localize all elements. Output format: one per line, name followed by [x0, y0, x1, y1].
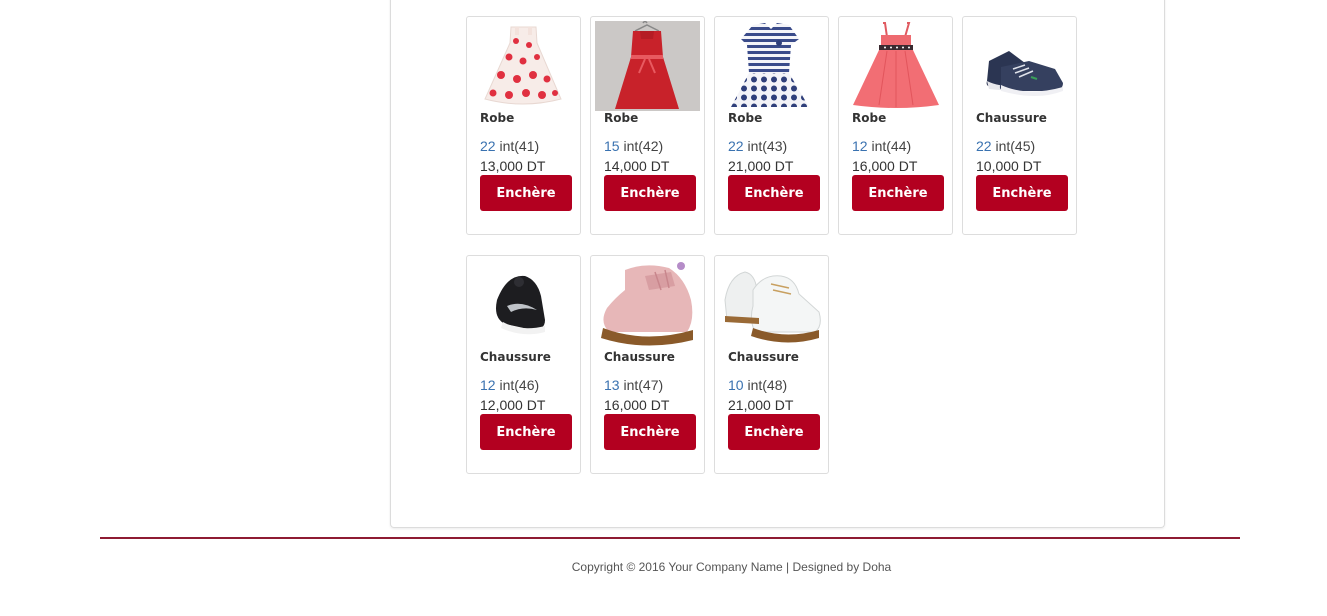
product-price: 16,000 DT — [852, 158, 918, 174]
bid-count: 10 — [728, 377, 744, 393]
product-price: 14,000 DT — [604, 158, 670, 174]
bid-button[interactable]: Enchère — [480, 414, 572, 450]
product-image-shoe-pink-boot[interactable] — [595, 260, 700, 350]
bid-info: 22 int(41) — [480, 138, 539, 154]
product-card: Robe 22 int(41) 13,000 DT Enchère — [466, 16, 581, 235]
bid-button[interactable]: Enchère — [728, 414, 820, 450]
product-price: 21,000 DT — [728, 397, 794, 413]
bid-button[interactable]: Enchère — [604, 175, 696, 211]
product-image-dress-navy-stripes[interactable] — [719, 21, 824, 111]
bid-info: 22 int(43) — [728, 138, 787, 154]
product-card: Robe 22 int(43) 21,000 DT Enchère — [714, 16, 829, 235]
product-price: 16,000 DT — [604, 397, 670, 413]
product-image-shoe-white-boot[interactable] — [719, 260, 824, 350]
bid-int-label: int(46) — [499, 377, 540, 393]
product-name: Chaussure — [604, 350, 675, 364]
bid-count: 12 — [480, 377, 496, 393]
product-image-dress-red-on-hanger[interactable] — [595, 21, 700, 111]
bid-info: 10 int(48) — [728, 377, 787, 393]
product-card: Chaussure 22 int(45) 10,000 DT Enchère — [962, 16, 1077, 235]
bid-count: 12 — [852, 138, 868, 154]
bid-count: 22 — [480, 138, 496, 154]
product-grid: Robe 22 int(41) 13,000 DT Enchère Robe 1… — [466, 16, 1106, 494]
footer: Copyright © 2016 Your Company Name | Des… — [0, 560, 1327, 574]
bid-count: 22 — [728, 138, 744, 154]
bid-info: 22 int(45) — [976, 138, 1035, 154]
bid-info: 13 int(47) — [604, 377, 663, 393]
product-image-shoe-black-sneaker[interactable] — [471, 260, 576, 350]
product-card: Chaussure 12 int(46) 12,000 DT Enchère — [466, 255, 581, 474]
footer-divider — [100, 537, 1240, 539]
copyright-text: Copyright © 2016 Your Company Name | Des… — [571, 560, 892, 574]
bid-button[interactable]: Enchère — [852, 175, 944, 211]
bid-int-label: int(44) — [871, 138, 912, 154]
bid-int-label: int(41) — [499, 138, 540, 154]
product-card: Chaussure 10 int(48) 21,000 DT Enchère — [714, 255, 829, 474]
bid-int-label: int(43) — [747, 138, 788, 154]
product-name: Robe — [604, 111, 639, 125]
bid-info: 12 int(44) — [852, 138, 911, 154]
product-row: Chaussure 12 int(46) 12,000 DT Enchère C… — [466, 255, 1106, 474]
product-image-dress-pink[interactable] — [843, 21, 948, 111]
product-name: Robe — [728, 111, 763, 125]
product-card: Chaussure 13 int(47) 16,000 DT Enchère — [590, 255, 705, 474]
product-card: Robe 12 int(44) 16,000 DT Enchère — [838, 16, 953, 235]
bid-int-label: int(42) — [623, 138, 664, 154]
product-image-shoe-navy-sneaker[interactable] — [967, 21, 1072, 111]
bid-count: 15 — [604, 138, 620, 154]
bid-button[interactable]: Enchère — [480, 175, 572, 211]
bid-count: 22 — [976, 138, 992, 154]
product-price: 21,000 DT — [728, 158, 794, 174]
product-image-dress-white-polka-dots[interactable] — [471, 21, 576, 111]
bid-int-label: int(45) — [995, 138, 1036, 154]
product-price: 13,000 DT — [480, 158, 546, 174]
product-price: 10,000 DT — [976, 158, 1042, 174]
product-name: Chaussure — [480, 350, 551, 364]
product-row: Robe 22 int(41) 13,000 DT Enchère Robe 1… — [466, 16, 1106, 235]
product-card: Robe 15 int(42) 14,000 DT Enchère — [590, 16, 705, 235]
product-name: Robe — [480, 111, 515, 125]
product-name: Robe — [852, 111, 887, 125]
bid-int-label: int(47) — [623, 377, 664, 393]
bid-count: 13 — [604, 377, 620, 393]
product-name: Chaussure — [976, 111, 1047, 125]
product-name: Chaussure — [728, 350, 799, 364]
bid-int-label: int(48) — [747, 377, 788, 393]
bid-button[interactable]: Enchère — [728, 175, 820, 211]
product-price: 12,000 DT — [480, 397, 546, 413]
bid-info: 12 int(46) — [480, 377, 539, 393]
bid-button[interactable]: Enchère — [976, 175, 1068, 211]
bid-button[interactable]: Enchère — [604, 414, 696, 450]
bid-info: 15 int(42) — [604, 138, 663, 154]
